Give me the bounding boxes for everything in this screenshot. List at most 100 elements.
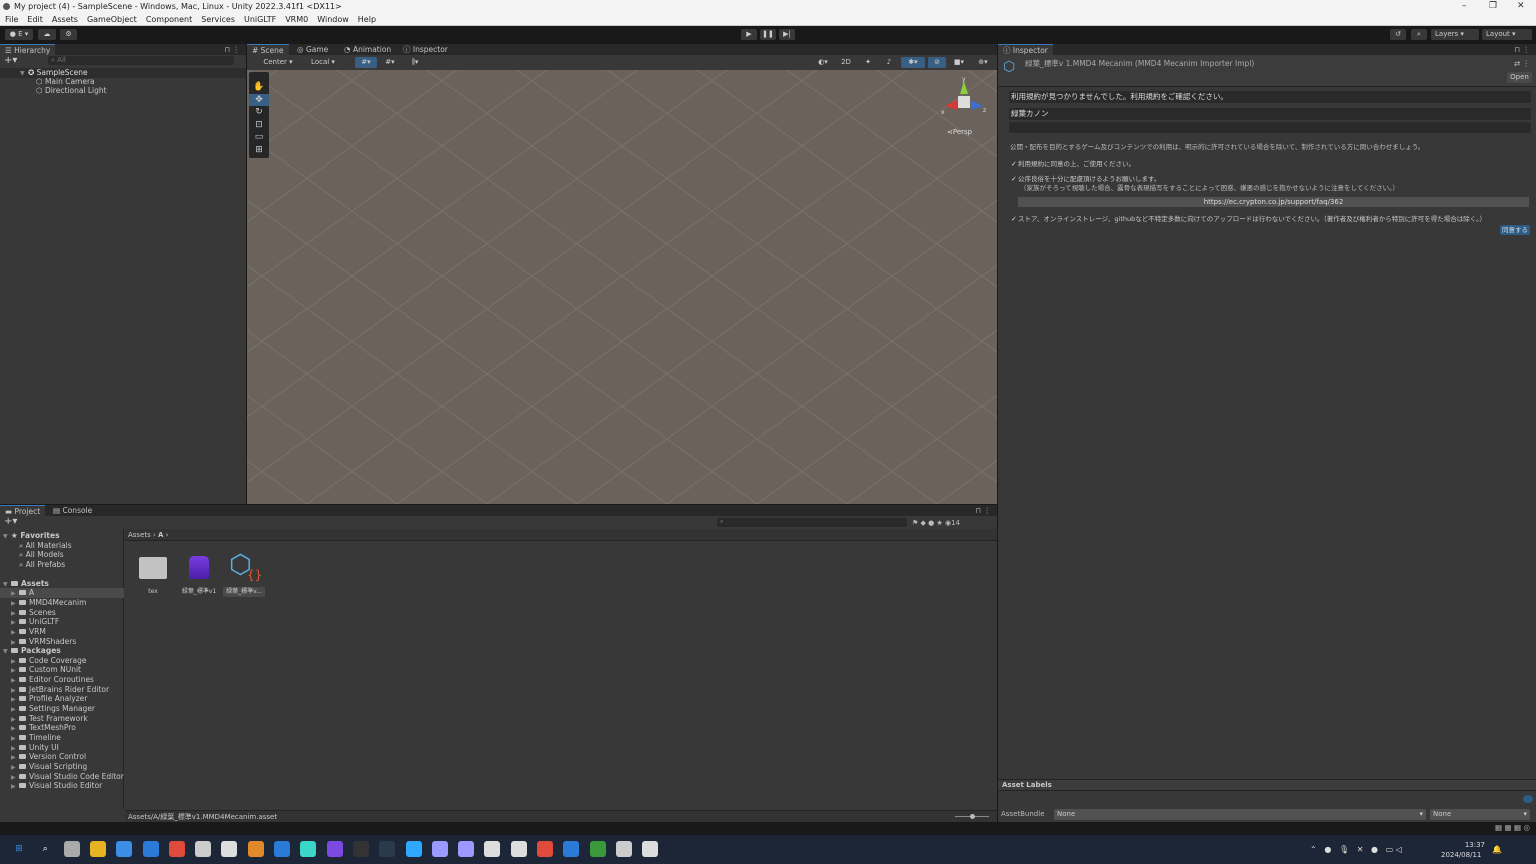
unity-taskbar-icon[interactable] [484, 841, 501, 857]
create-button[interactable]: +▾ [4, 517, 17, 527]
layout-dropdown[interactable]: Layout ▾ [1482, 29, 1532, 40]
folder-item[interactable]: ▶ MMD4Mecanim [0, 598, 124, 608]
menu-services[interactable]: Services [201, 13, 235, 25]
photoshop-taskbar-icon[interactable] [405, 841, 422, 857]
app-taskbar-icon[interactable] [326, 841, 343, 857]
tab-inspector[interactable]: ⓘ Inspector [398, 44, 453, 55]
restore-button[interactable]: ❐ [1489, 0, 1497, 13]
variant-dropdown[interactable]: None ▾ [1430, 809, 1530, 820]
menu-component[interactable]: Component [146, 13, 192, 25]
tab-inspector-main[interactable]: ⓘ Inspector [998, 44, 1053, 55]
app-taskbar-icon[interactable] [379, 841, 396, 857]
package-item[interactable]: ▶ Code Coverage [0, 656, 124, 666]
favorite-item[interactable]: ⌕ All Models [0, 550, 124, 560]
favorite-item[interactable]: ⌕ All Materials [0, 541, 124, 551]
rect-tool-icon[interactable]: ▭ [249, 131, 269, 144]
folder-item[interactable]: ▶ VRMShaders [0, 637, 124, 647]
file-explorer-taskbar-icon[interactable] [89, 841, 106, 857]
tab-game[interactable]: ◎ Game [292, 44, 333, 55]
menu-edit[interactable]: Edit [27, 13, 43, 25]
checkbox-checked-icon[interactable]: ✓ [1011, 159, 1018, 169]
audio-toggle[interactable]: ♪ [880, 57, 898, 68]
slider-handle[interactable] [970, 814, 975, 819]
package-item[interactable]: ▶ Profile Analyzer [0, 694, 124, 704]
2d-toggle[interactable]: 2D [837, 57, 855, 68]
tray-icons[interactable]: ⌃ ● 🎙 ✕ ● ▭ ◁ [1310, 845, 1402, 855]
menu-unigltf[interactable]: UniGLTF [244, 13, 276, 25]
package-item[interactable]: ▶ Timeline [0, 733, 124, 743]
open-button[interactable]: Open [1507, 72, 1532, 83]
lighting-toggle[interactable]: ✦ [859, 57, 877, 68]
search-icon[interactable]: ⌕ [1411, 29, 1427, 40]
draw-mode-button[interactable]: ◐▾ [813, 57, 833, 68]
app-taskbar-icon[interactable] [300, 841, 317, 857]
faq-link-button[interactable]: https://ec.crypton.co.jp/support/faq/362 [1018, 197, 1529, 207]
package-item[interactable]: ▶ Version Control [0, 752, 124, 762]
agree-button[interactable]: 同意する [1500, 225, 1530, 235]
move-tool-icon[interactable]: ✥ [249, 93, 269, 106]
asset-labels-header[interactable]: Asset Labels [998, 779, 1536, 791]
package-item[interactable]: ▶ Unity UI [0, 743, 124, 753]
add-button[interactable]: +▾ [4, 56, 17, 66]
history-icon[interactable]: ↺ [1390, 29, 1406, 40]
tab-console[interactable]: ▤ Console [48, 505, 97, 516]
blender-taskbar-icon[interactable] [247, 841, 264, 857]
package-item[interactable]: ▶ Settings Manager [0, 704, 124, 714]
package-item[interactable]: ▶ Visual Studio Code Editor [0, 772, 124, 782]
app-taskbar-icon[interactable] [537, 841, 553, 857]
app-taskbar-icon[interactable] [615, 841, 632, 857]
chrome-taskbar-icon[interactable] [168, 841, 185, 857]
orientation-gizmo[interactable]: y x z [939, 76, 989, 126]
lock-icon[interactable]: ⊓ ⋮ [224, 44, 240, 55]
lock-icon[interactable]: ⊓ ⋮ [1514, 44, 1530, 55]
edge-taskbar-icon[interactable] [142, 841, 159, 857]
checkbox-checked-icon[interactable]: ✓ [1011, 174, 1018, 184]
breadcrumb-a[interactable]: A [158, 531, 163, 539]
tab-project[interactable]: ▬ Project [0, 505, 46, 516]
cloud-icon[interactable]: ☁ [38, 29, 56, 40]
search-taskbar-icon[interactable]: ⌕ [37, 841, 53, 857]
increment-snap-button[interactable]: #▾ [380, 57, 400, 68]
package-item[interactable]: ▶ Visual Studio Editor [0, 781, 124, 791]
menu-vrm0[interactable]: VRM0 [285, 13, 308, 25]
clock-time[interactable]: 13:37 [1451, 840, 1485, 850]
check-terms[interactable]: ✓利用規約に同意の上、ご使用ください。 [1011, 159, 1135, 169]
package-item[interactable]: ▶ Custom NUnit [0, 665, 124, 675]
name-field[interactable]: 緑葉カノン [1009, 108, 1531, 120]
tab-scene[interactable]: # Scene [247, 44, 289, 55]
app-taskbar-icon[interactable] [510, 841, 527, 857]
favorite-item[interactable]: ⌕ All Prefabs [0, 560, 124, 570]
notification-icon[interactable]: 🔔 [1492, 845, 1502, 855]
pause-button[interactable]: ❚❚ [760, 29, 776, 40]
assets-header[interactable]: ▼ Assets [0, 579, 124, 589]
scene-viewport[interactable] [247, 70, 997, 504]
close-button[interactable]: ✕ [1517, 0, 1525, 13]
visibility-toggle[interactable]: ⊘ [928, 57, 946, 68]
pivot-dropdown[interactable]: Center ▾ [257, 57, 299, 68]
tab-animation[interactable]: ◔ Animation [339, 44, 396, 55]
file-mmd4-asset[interactable]: ⬡{} 緑葉_標準v... [223, 550, 265, 598]
minimize-button[interactable]: – [1462, 0, 1467, 13]
package-item[interactable]: ▶ Visual Scripting [0, 762, 124, 772]
breadcrumb-assets[interactable]: Assets [128, 531, 151, 539]
space-dropdown[interactable]: Local ▾ [303, 57, 343, 68]
photos-taskbar-icon[interactable] [221, 841, 238, 857]
vscode-taskbar-icon[interactable] [274, 841, 290, 857]
empty-field[interactable] [1009, 122, 1531, 133]
camera-button[interactable]: ■▾ [949, 57, 969, 68]
packages-header[interactable]: ▼ Packages [0, 646, 124, 656]
assetbundle-dropdown[interactable]: None ▾ [1054, 809, 1426, 820]
scale-tool-icon[interactable]: ⊡ [249, 119, 269, 132]
check-upload[interactable]: ✓ストア、オンラインストレージ、githubなど不特定多数に向けてのアップロード… [1011, 214, 1486, 224]
lock-icon[interactable]: ⊓ ⋮ [975, 505, 991, 516]
package-item[interactable]: ▶ JetBrains Rider Editor [0, 685, 124, 695]
collab-icon[interactable]: ⚙ [60, 29, 77, 40]
effects-button[interactable]: ✱▾ [901, 57, 925, 68]
favorites-header[interactable]: ▼ ★ Favorites [0, 531, 124, 541]
hierarchy-search[interactable]: ⌕ All [48, 56, 234, 65]
package-item[interactable]: ▶ TextMeshPro [0, 723, 124, 733]
settings-icon[interactable]: ⇄ ⋮ [1514, 59, 1530, 69]
align-button[interactable]: ⫼▾ [404, 57, 426, 68]
notepad-taskbar-icon[interactable] [116, 841, 133, 857]
hand-tool-icon[interactable]: ✋ [249, 81, 269, 94]
